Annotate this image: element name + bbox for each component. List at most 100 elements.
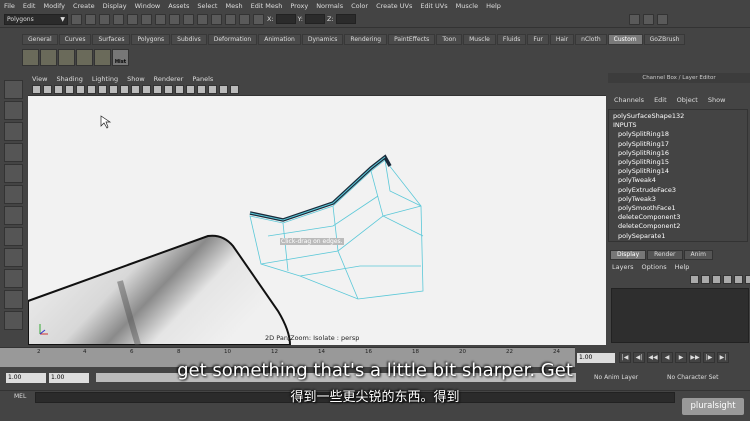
manipulator-tool-icon[interactable] xyxy=(3,206,23,225)
shadows-icon[interactable] xyxy=(208,85,217,94)
rotate-tool-icon[interactable] xyxy=(3,164,23,183)
shape-node-label[interactable]: polySurfaceShape132 xyxy=(613,112,743,121)
attribute-editor-icon[interactable] xyxy=(628,13,640,25)
perspective-viewport[interactable]: Click-drag on edges. 2D Pan/Zoom: Isolat… xyxy=(28,96,606,345)
menu-create[interactable]: Create xyxy=(73,2,95,10)
soft-mod-tool-icon[interactable] xyxy=(3,227,23,246)
shelf-tab-general[interactable]: General xyxy=(22,34,58,45)
shelf-tool-5-icon[interactable] xyxy=(94,48,111,66)
panel-menu-lighting[interactable]: Lighting xyxy=(92,75,118,83)
shelf-tab-rendering[interactable]: Rendering xyxy=(344,34,388,45)
input-node-item[interactable]: deleteComponent2 xyxy=(613,222,743,231)
film-gate-icon[interactable] xyxy=(87,85,96,94)
tab-anim[interactable]: Anim xyxy=(683,250,713,260)
menu-modify[interactable]: Modify xyxy=(43,2,65,10)
input-node-item[interactable]: polySplitRing17 xyxy=(613,140,743,149)
camera-icon[interactable] xyxy=(32,85,41,94)
menu-edit-uvs[interactable]: Edit UVs xyxy=(420,2,447,10)
menu-color[interactable]: Color xyxy=(351,2,368,10)
panel-menu-view[interactable]: View xyxy=(32,75,47,83)
layer-move-up-icon[interactable] xyxy=(690,275,699,284)
layer-menu-help[interactable]: Help xyxy=(675,263,690,271)
cb-menu-object[interactable]: Object xyxy=(677,96,698,106)
split-ring-tool-icon[interactable] xyxy=(3,269,23,288)
cb-menu-show[interactable]: Show xyxy=(708,96,726,106)
select-object-icon[interactable] xyxy=(127,13,138,25)
tool-settings-icon[interactable] xyxy=(642,13,654,25)
four-view-layout-icon[interactable] xyxy=(3,311,23,330)
input-node-item[interactable]: polySmoothFace1 xyxy=(613,204,743,213)
shelf-tool-1-icon[interactable] xyxy=(22,48,39,66)
panel-menu-show[interactable]: Show xyxy=(127,75,145,83)
field-chart-icon[interactable] xyxy=(120,85,129,94)
layer-menu-layers[interactable]: Layers xyxy=(612,263,634,271)
menu-display[interactable]: Display xyxy=(103,2,127,10)
channel-box-icon[interactable] xyxy=(656,13,668,25)
single-view-layout-icon[interactable] xyxy=(3,290,23,309)
construction-history-icon[interactable] xyxy=(211,13,222,25)
input-node-item[interactable]: polyTweak4 xyxy=(613,176,743,185)
render-frame-icon[interactable] xyxy=(225,13,236,25)
menu-proxy[interactable]: Proxy xyxy=(290,2,308,10)
input-node-item[interactable]: polySplitRing16 xyxy=(613,149,743,158)
shelf-tool-2-icon[interactable] xyxy=(40,48,57,66)
shelf-tab-animation[interactable]: Animation xyxy=(258,34,301,45)
input-node-item[interactable]: polySplitRing14 xyxy=(613,167,743,176)
wireframe-icon[interactable] xyxy=(153,85,162,94)
grid-icon[interactable] xyxy=(76,85,85,94)
shelf-tab-custom[interactable]: Custom xyxy=(607,34,643,45)
snap-curve-icon[interactable] xyxy=(169,13,180,25)
tab-render[interactable]: Render xyxy=(647,250,683,260)
menu-edit-mesh[interactable]: Edit Mesh xyxy=(251,2,283,10)
shelf-tool-4-icon[interactable] xyxy=(76,48,93,66)
isolate-select-icon[interactable] xyxy=(230,85,239,94)
delete-history-button[interactable]: Hist xyxy=(112,48,129,66)
resolution-gate-icon[interactable] xyxy=(98,85,107,94)
smooth-shade-icon[interactable] xyxy=(164,85,173,94)
last-tool-icon[interactable] xyxy=(3,248,23,267)
safe-title-icon[interactable] xyxy=(142,85,151,94)
menu-select[interactable]: Select xyxy=(197,2,217,10)
shelf-tab-curves[interactable]: Curves xyxy=(58,34,92,45)
panel-menu-renderer[interactable]: Renderer xyxy=(154,75,184,83)
menu-edit[interactable]: Edit xyxy=(23,2,36,10)
tab-display[interactable]: Display xyxy=(610,250,647,260)
wireframe-on-shaded-icon[interactable] xyxy=(175,85,184,94)
panel-menu-shading[interactable]: Shading xyxy=(56,75,82,83)
gate-mask-icon[interactable] xyxy=(109,85,118,94)
input-node-item[interactable]: polySeparate1 xyxy=(613,232,743,241)
render-settings-icon[interactable] xyxy=(253,13,264,25)
shelf-tab-polygons[interactable]: Polygons xyxy=(131,34,171,45)
layer-list[interactable] xyxy=(611,288,749,343)
input-node-item[interactable]: polySplitRing15 xyxy=(613,158,743,167)
save-scene-icon[interactable] xyxy=(99,13,110,25)
x-field[interactable] xyxy=(275,14,296,24)
layer-extra-icon[interactable] xyxy=(745,275,750,284)
open-scene-icon[interactable] xyxy=(85,13,96,25)
menu-window[interactable]: Window xyxy=(135,2,161,10)
image-plane-icon[interactable] xyxy=(65,85,74,94)
snap-plane-icon[interactable] xyxy=(197,13,208,25)
panel-menu-panels[interactable]: Panels xyxy=(192,75,213,83)
paint-select-tool-icon[interactable] xyxy=(3,122,23,141)
cb-menu-edit[interactable]: Edit xyxy=(654,96,667,106)
cb-menu-channels[interactable]: Channels xyxy=(614,96,644,106)
bookmark-icon[interactable] xyxy=(54,85,63,94)
shelf-tab-deformation[interactable]: Deformation xyxy=(207,34,258,45)
layer-menu-options[interactable]: Options xyxy=(642,263,667,271)
lights-icon[interactable] xyxy=(197,85,206,94)
menu-help[interactable]: Help xyxy=(486,2,501,10)
snap-grid-icon[interactable] xyxy=(155,13,166,25)
shelf-tab-subdivs[interactable]: Subdivs xyxy=(171,34,207,45)
menu-normals[interactable]: Normals xyxy=(316,2,343,10)
select-component-icon[interactable] xyxy=(141,13,152,25)
input-node-item[interactable]: polySplitRing18 xyxy=(613,130,743,139)
scale-tool-icon[interactable] xyxy=(3,185,23,204)
menu-muscle[interactable]: Muscle xyxy=(456,2,479,10)
menu-create-uvs[interactable]: Create UVs xyxy=(376,2,412,10)
shelf-tab-dynamics[interactable]: Dynamics xyxy=(301,34,344,45)
input-node-item[interactable]: deleteComponent3 xyxy=(613,213,743,222)
lasso-tool-icon[interactable] xyxy=(3,101,23,120)
new-layer-selected-icon[interactable] xyxy=(723,275,732,284)
layer-move-down-icon[interactable] xyxy=(701,275,710,284)
